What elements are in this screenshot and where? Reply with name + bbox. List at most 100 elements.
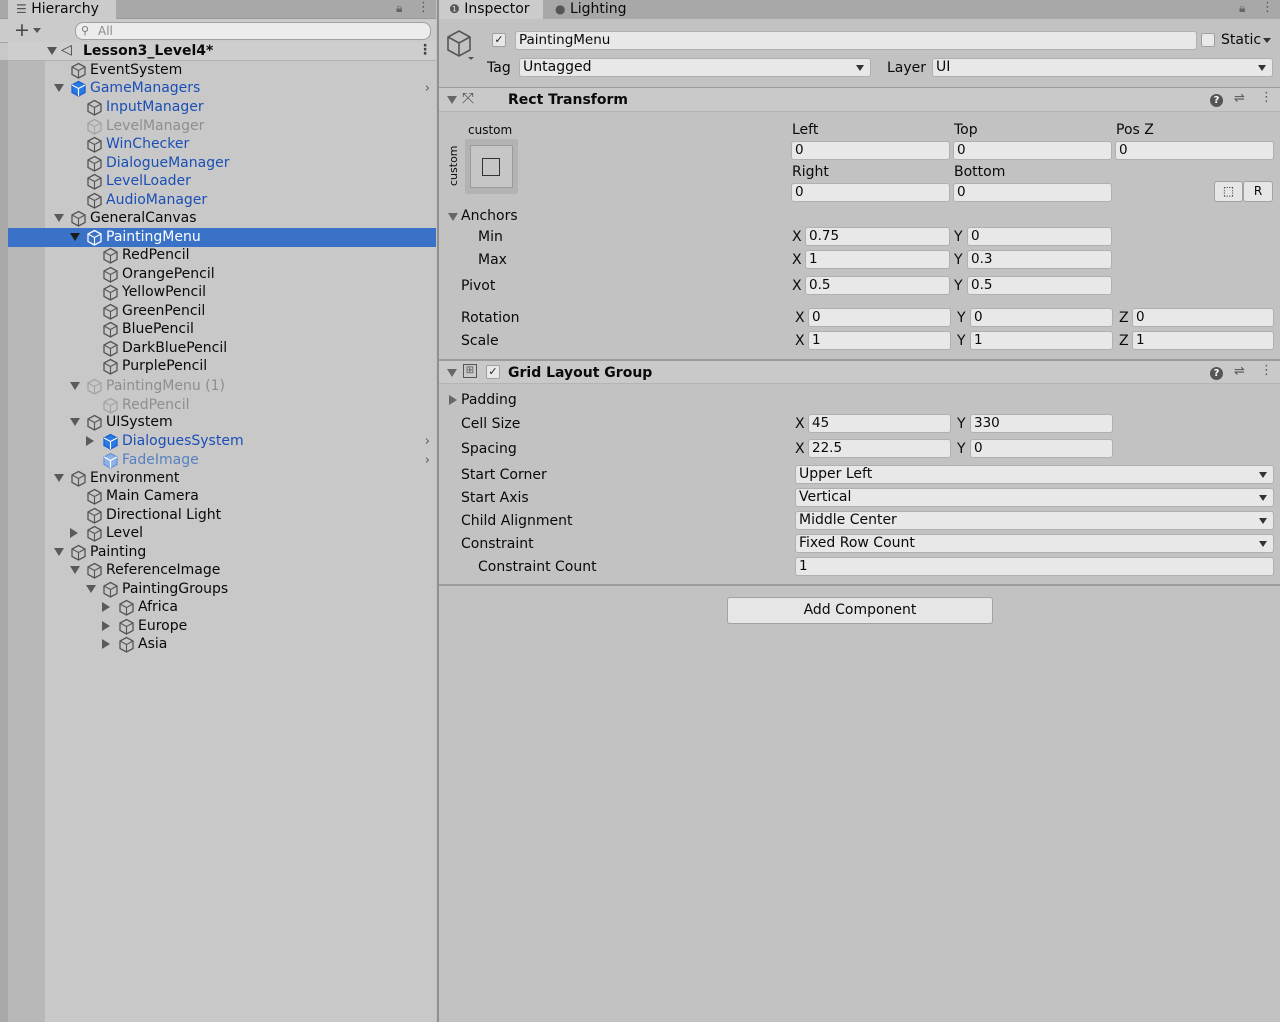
hierarchy-row[interactable]: GreenPencil (8, 302, 436, 321)
component-kebab-icon[interactable]: ⋮ (1260, 363, 1273, 378)
help-icon[interactable]: ? (1210, 94, 1223, 107)
hierarchy-row[interactable]: DialogueManager (8, 154, 436, 173)
collapse-arrow-icon[interactable] (54, 84, 64, 92)
expand-arrow-icon[interactable] (102, 621, 110, 631)
constraint-count-field[interactable]: 1 (795, 557, 1274, 576)
hierarchy-row[interactable]: Environment (8, 469, 436, 488)
expand-arrow-icon[interactable] (102, 602, 110, 612)
inspector-kebab-icon[interactable]: ⋮ (1261, 0, 1274, 15)
collapse-arrow-icon[interactable] (70, 382, 80, 390)
collapse-arrow-icon[interactable] (86, 585, 96, 593)
tab-lighting[interactable]: ● Lighting (547, 0, 647, 19)
rect-transform-header[interactable]: ⤧ Rect Transform ? ⇌ ⋮ (439, 87, 1280, 112)
add-button[interactable]: + (14, 19, 30, 41)
kebab-menu-icon[interactable]: ⋮ (417, 0, 430, 15)
scale-z-field[interactable]: 1 (1132, 331, 1274, 350)
anchors-collapse-icon[interactable] (448, 213, 458, 221)
active-checkbox[interactable]: ✓ (492, 33, 506, 47)
scene-row[interactable]: ◁ Lesson3_Level4* ⋮ (8, 42, 436, 61)
expand-arrow-icon[interactable] (86, 436, 94, 446)
collapse-arrow-icon[interactable] (70, 418, 80, 426)
hierarchy-row[interactable]: GeneralCanvas (8, 209, 436, 228)
hierarchy-row[interactable]: PurplePencil (8, 357, 436, 376)
chevron-right-icon[interactable]: › (425, 81, 430, 96)
expand-arrow-icon[interactable] (47, 47, 57, 55)
gameobject-cube-icon[interactable] (446, 29, 474, 61)
hierarchy-row[interactable]: FadeImage › (8, 451, 436, 470)
blueprint-mode-button[interactable]: ⬚ (1214, 181, 1243, 202)
hierarchy-row[interactable]: Europe (8, 617, 436, 636)
pivot-y-field[interactable]: 0.5 (967, 276, 1112, 295)
anchor-preset-button[interactable] (465, 139, 518, 194)
chevron-right-icon[interactable]: › (425, 434, 430, 449)
lock-icon[interactable]: 🔒︎ (396, 1, 402, 16)
tag-dropdown[interactable]: Untagged (519, 58, 871, 77)
hierarchy-row[interactable]: OrangePencil (8, 265, 436, 284)
top-field[interactable]: 0 (953, 141, 1112, 160)
raw-edit-button[interactable]: R (1243, 181, 1273, 202)
collapse-arrow-icon[interactable] (54, 474, 64, 482)
posz-field[interactable]: 0 (1115, 141, 1274, 160)
hierarchy-row[interactable]: Level (8, 524, 436, 543)
hierarchy-row[interactable]: LevelLoader (8, 172, 436, 191)
hierarchy-row[interactable]: WinChecker (8, 135, 436, 154)
hierarchy-row[interactable]: LevelManager (8, 117, 436, 136)
anchor-max-y-field[interactable]: 0.3 (967, 250, 1112, 269)
rotation-y-field[interactable]: 0 (970, 308, 1113, 327)
start-axis-dropdown[interactable]: Vertical (795, 488, 1274, 507)
expand-arrow-icon[interactable] (70, 528, 78, 538)
object-name-field[interactable]: PaintingMenu (515, 31, 1197, 50)
start-corner-dropdown[interactable]: Upper Left (795, 465, 1274, 484)
hierarchy-row[interactable]: YellowPencil (8, 283, 436, 302)
spacing-x-field[interactable]: 22.5 (808, 439, 951, 458)
anchors-label[interactable]: Anchors (461, 207, 518, 225)
scale-x-field[interactable]: 1 (808, 331, 951, 350)
hierarchy-row[interactable]: PaintingMenu (1) (8, 377, 436, 396)
cell-size-y-field[interactable]: 330 (970, 414, 1113, 433)
grid-layout-header[interactable]: ⊞ ✓ Grid Layout Group ? ⇌ ⋮ (439, 359, 1280, 384)
bottom-field[interactable]: 0 (953, 183, 1112, 202)
collapse-arrow-icon[interactable] (70, 233, 80, 241)
hierarchy-row[interactable]: UISystem (8, 413, 436, 432)
hierarchy-row[interactable]: BluePencil (8, 320, 436, 339)
static-checkbox[interactable] (1201, 33, 1215, 47)
hierarchy-row[interactable]: RedPencil (8, 396, 436, 415)
hierarchy-row[interactable]: GameManagers › (8, 79, 436, 98)
rotation-x-field[interactable]: 0 (808, 308, 951, 327)
left-field[interactable]: 0 (791, 141, 950, 160)
pivot-x-field[interactable]: 0.5 (805, 276, 950, 295)
spacing-y-field[interactable]: 0 (970, 439, 1113, 458)
collapse-arrow-icon[interactable] (54, 214, 64, 222)
collapse-arrow-icon[interactable] (54, 548, 64, 556)
expand-arrow-icon[interactable] (102, 639, 110, 649)
hierarchy-row[interactable]: PaintingMenu (8, 228, 436, 247)
inspector-lock-icon[interactable]: 🔒︎ (1239, 1, 1245, 16)
rotation-z-field[interactable]: 0 (1132, 308, 1274, 327)
hierarchy-row[interactable]: RedPencil (8, 246, 436, 265)
static-label[interactable]: Static (1221, 31, 1261, 49)
chevron-right-icon[interactable]: › (425, 453, 430, 468)
right-field[interactable]: 0 (791, 183, 950, 202)
hierarchy-row[interactable]: PaintingGroups (8, 580, 436, 599)
tab-inspector[interactable]: ❶ Inspector (439, 0, 543, 19)
hierarchy-row[interactable]: Africa (8, 598, 436, 617)
tab-hierarchy[interactable]: ☰ Hierarchy (8, 0, 116, 19)
presets-icon[interactable]: ⇌ (1234, 91, 1245, 106)
collapse-arrow-icon[interactable] (447, 96, 457, 104)
padding-label[interactable]: Padding (461, 391, 517, 409)
hierarchy-row[interactable]: Painting (8, 543, 436, 562)
child-alignment-dropdown[interactable]: Middle Center (795, 511, 1274, 530)
hierarchy-row[interactable]: DarkBluePencil (8, 339, 436, 358)
anchor-max-x-field[interactable]: 1 (805, 250, 950, 269)
hierarchy-row[interactable]: AudioManager (8, 191, 436, 210)
hierarchy-row[interactable]: InputManager (8, 98, 436, 117)
hierarchy-row[interactable]: DialoguesSystem › (8, 432, 436, 451)
collapse-arrow-icon[interactable] (447, 369, 457, 377)
anchor-min-y-field[interactable]: 0 (967, 227, 1112, 246)
component-kebab-icon[interactable]: ⋮ (1260, 90, 1273, 105)
scale-y-field[interactable]: 1 (970, 331, 1113, 350)
constraint-dropdown[interactable]: Fixed Row Count (795, 534, 1274, 553)
hierarchy-row[interactable]: Asia (8, 635, 436, 654)
grid-layout-enabled-checkbox[interactable]: ✓ (486, 365, 500, 379)
padding-expand-icon[interactable] (449, 395, 457, 405)
